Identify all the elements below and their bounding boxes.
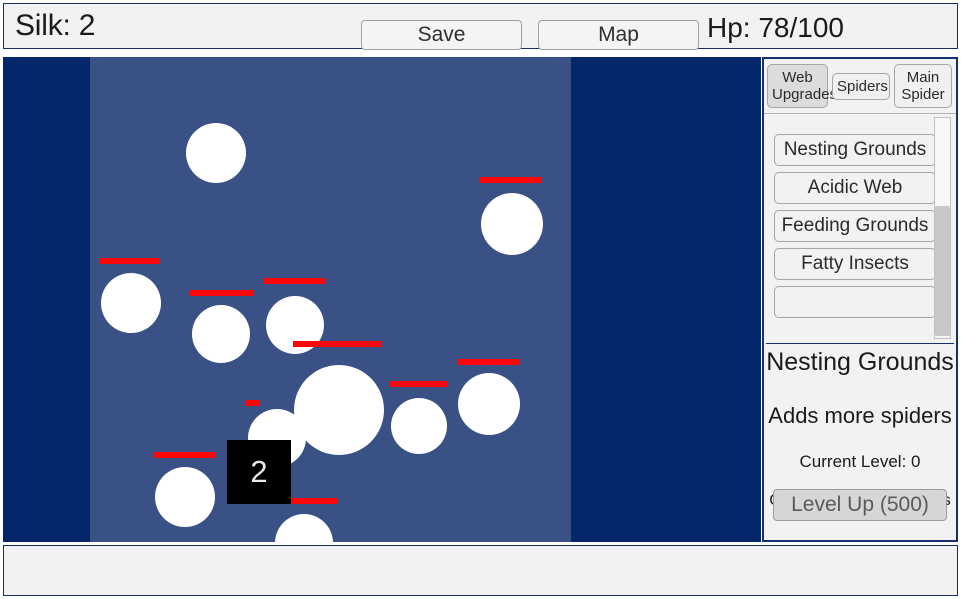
scrollbar-thumb[interactable] (935, 206, 950, 336)
spider-healthbar (190, 290, 253, 296)
message-log-panel (3, 545, 958, 596)
upgrade-list[interactable]: Nesting Grounds Acidic Web Feeding Grounds… (766, 115, 954, 341)
spider-healthbar (100, 258, 160, 264)
spider-healthbar (458, 359, 520, 365)
detail-title: Nesting Grounds (766, 348, 954, 376)
silk-counter: Silk: 2 (15, 9, 96, 42)
map-button[interactable]: Map (538, 20, 699, 50)
upgrade-detail-panel: Nesting Grounds Adds more spiders Curren… (766, 343, 954, 540)
upgrade-button[interactable]: Fatty Insects (774, 248, 936, 280)
level-up-button[interactable]: Level Up (500) (773, 489, 947, 521)
nest-count-label: 2 (250, 454, 268, 489)
upgrade-button[interactable]: Acidic Web (774, 172, 936, 204)
spider-healthbar (480, 177, 542, 183)
tab-bar: Web Upgrades Spiders Main Spider (764, 59, 956, 114)
upgrade-sidebar: Web Upgrades Spiders Main Spider Nesting G… (762, 57, 958, 542)
tab-spiders[interactable]: Spiders (832, 72, 890, 100)
save-button[interactable]: Save (361, 20, 522, 50)
tab-web-upgrades[interactable]: Web Upgrades (767, 64, 837, 108)
upgrade-button[interactable]: Nesting Grounds (774, 134, 936, 166)
spider[interactable] (481, 193, 543, 255)
web-field[interactable] (90, 57, 571, 542)
spider-healthbar (153, 452, 215, 458)
detail-description: Adds more spiders (768, 403, 952, 428)
spider-healthbar (293, 341, 381, 347)
spider[interactable] (155, 467, 215, 527)
spider-healthbar (389, 381, 447, 387)
game-window: Silk: 2 Save Map Hp: 78/100 2 Web Upgrad… (0, 0, 961, 599)
detail-current-level: Current Level: 0 (799, 452, 921, 471)
spider-healthbar (263, 278, 325, 284)
spider[interactable] (101, 273, 161, 333)
game-canvas[interactable]: 2 (3, 57, 761, 542)
spider[interactable] (186, 123, 246, 183)
upgrade-list-scrollbar[interactable] (934, 117, 951, 339)
spider[interactable] (192, 305, 250, 363)
spider[interactable] (391, 398, 447, 454)
status-bar: Silk: 2 Save Map Hp: 78/100 (3, 3, 958, 50)
upgrade-button[interactable] (774, 286, 936, 318)
spider-healthbar (246, 400, 260, 406)
spider[interactable] (294, 365, 384, 455)
nest-box[interactable]: 2 (227, 440, 291, 504)
upgrade-button[interactable]: Feeding Grounds (774, 210, 936, 242)
spider[interactable] (458, 373, 520, 435)
tab-main-spider[interactable]: Main Spider (894, 64, 952, 108)
hp-indicator: Hp: 78/100 (707, 12, 844, 43)
